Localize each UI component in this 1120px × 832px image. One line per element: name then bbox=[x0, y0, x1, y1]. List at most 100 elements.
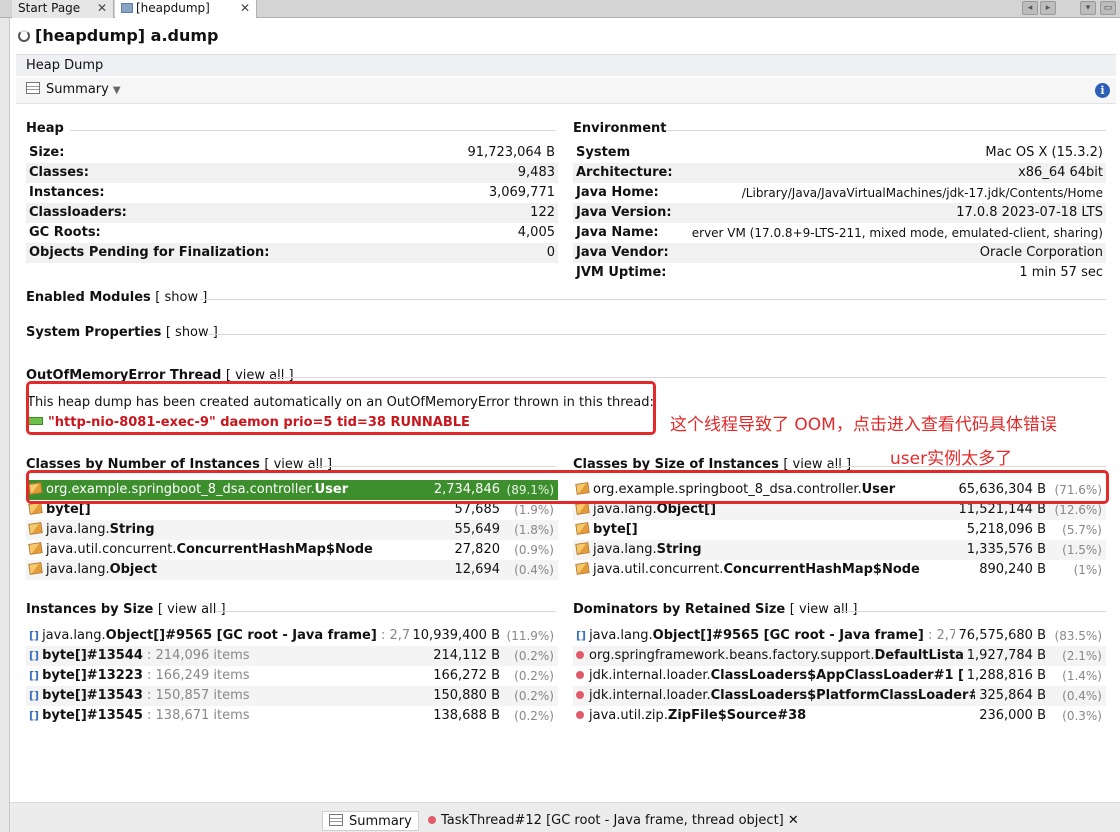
view-selector[interactable]: Summary ▼ bbox=[26, 81, 121, 100]
maximize-icon[interactable]: ▭ bbox=[1100, 1, 1116, 15]
show-properties-link[interactable]: [ show ] bbox=[166, 325, 218, 340]
instance-size: 150,880 B bbox=[433, 688, 500, 703]
close-icon[interactable]: ✕ bbox=[240, 0, 250, 17]
scroll-left-icon[interactable]: ◂ bbox=[1022, 1, 1038, 15]
system-properties-title: System Properties [ show ] bbox=[26, 325, 218, 340]
env-key: Java Version: bbox=[576, 205, 672, 220]
table-row[interactable]: [] byte[]#13544 : 214,096 items 214,112 B (… bbox=[26, 646, 558, 666]
thread-breadcrumb[interactable]: TaskThread#12 [GC root - Java frame, thr… bbox=[422, 811, 805, 831]
object-icon bbox=[428, 816, 436, 824]
package-name: jdk.internal.loader. bbox=[589, 688, 711, 703]
table-row[interactable]: java.lang.Object 12,694 (0.4%) bbox=[26, 560, 558, 580]
object-icon bbox=[576, 671, 584, 679]
show-modules-link[interactable]: [ show ] bbox=[155, 290, 207, 305]
table-row[interactable]: java.util.concurrent.ConcurrentHashMap$N… bbox=[26, 540, 558, 560]
class-icon bbox=[575, 502, 590, 515]
section-label: Enabled Modules bbox=[26, 290, 151, 305]
percentage: (0.2%) bbox=[514, 689, 554, 703]
retained-size: 236,000 B bbox=[979, 708, 1046, 723]
object-icon bbox=[576, 711, 584, 719]
table-row[interactable]: [] java.lang.Object[]#9565 [GC root - Jav… bbox=[573, 626, 1106, 646]
table-row[interactable]: [] byte[]#13543 : 150,857 items 150,880 B (… bbox=[26, 686, 558, 706]
view-all-link[interactable]: [ view all ] bbox=[158, 602, 226, 617]
tab-heapdump[interactable]: [heapdump] a.dump ✕ bbox=[115, 0, 257, 32]
table-row[interactable]: java.lang.String 55,649 (1.8%) bbox=[26, 520, 558, 540]
class-icon bbox=[28, 562, 43, 575]
package-name: java.lang. bbox=[46, 522, 110, 537]
dropdown-icon[interactable]: ▾ bbox=[1080, 1, 1096, 15]
package-name: java.util.concurrent. bbox=[593, 562, 724, 577]
view-toolbar: Summary ▼ i bbox=[16, 78, 1116, 104]
class-name: ConcurrentHashMap$Node bbox=[723, 562, 920, 577]
table-row[interactable]: java.util.zip.ZipFile$Source#38 236,000 B… bbox=[573, 706, 1106, 726]
class-icon bbox=[28, 522, 43, 535]
environment-section-title: Environment bbox=[573, 121, 667, 136]
class-icon bbox=[28, 502, 43, 515]
percentage: (83.5%) bbox=[1054, 629, 1102, 643]
summary-icon bbox=[329, 814, 343, 826]
enabled-modules-title: Enabled Modules [ show ] bbox=[26, 290, 207, 305]
object-icon bbox=[576, 691, 584, 699]
table-row[interactable]: [] java.lang.Object[]#9565 [GC root - Jav… bbox=[26, 626, 558, 646]
env-row: JVM Uptime: 1 min 57 sec bbox=[573, 263, 1106, 283]
view-label: Summary bbox=[46, 82, 109, 97]
heapdump-icon bbox=[121, 3, 133, 13]
env-value: erver VM (17.0.8+9-LTS-211, mixed mode, … bbox=[691, 226, 1103, 240]
instance-name: DefaultListal bbox=[874, 648, 969, 663]
table-row[interactable]: byte[] 5,218,096 B (5.7%) bbox=[573, 520, 1106, 540]
table-row[interactable]: org.springframework.beans.factory.suppor… bbox=[573, 646, 1106, 666]
class-name: Object bbox=[109, 562, 158, 577]
loading-icon bbox=[18, 30, 30, 42]
percentage: (0.4%) bbox=[514, 563, 554, 577]
env-row: Java Vendor: Oracle Corporation bbox=[573, 243, 1106, 263]
heap-key: GC Roots: bbox=[29, 225, 101, 240]
heap-row: Instances: 3,069,771 bbox=[26, 183, 558, 203]
heap-key: Size: bbox=[29, 145, 65, 160]
package-name: java.lang. bbox=[593, 502, 657, 517]
tab-start-page[interactable]: Start Page ✕ bbox=[12, 0, 114, 18]
instance-name: ZipFile$Source#38 bbox=[667, 708, 807, 723]
info-icon[interactable]: i bbox=[1095, 83, 1110, 98]
env-row: System Mac OS X (15.3.2) bbox=[573, 143, 1106, 163]
main-panel: [heapdump] a.dump Heap Dump Summary ▼ i H… bbox=[10, 18, 1120, 832]
class-icon bbox=[575, 562, 590, 575]
heap-value: 9,483 bbox=[517, 165, 555, 180]
view-all-link[interactable]: [ view all ] bbox=[790, 602, 858, 617]
divider bbox=[70, 130, 556, 131]
item-count: : 138,671 items bbox=[142, 708, 250, 723]
close-icon[interactable]: ✕ bbox=[97, 0, 107, 17]
package-name: java.lang. bbox=[593, 542, 657, 557]
table-row[interactable]: jdk.internal.loader.ClassLoaders$AppClas… bbox=[573, 666, 1106, 686]
class-icon bbox=[575, 542, 590, 555]
instance-size: 10,939,400 B bbox=[408, 626, 500, 646]
summary-button[interactable]: Summary bbox=[322, 811, 419, 831]
chevron-down-icon: ▼ bbox=[112, 85, 121, 96]
percentage: (0.3%) bbox=[1062, 709, 1102, 723]
class-name: Object[] bbox=[656, 502, 717, 517]
divider bbox=[830, 466, 1106, 467]
table-row[interactable]: [] byte[]#13545 : 138,671 items 138,688 B (… bbox=[26, 706, 558, 726]
heap-value: 91,723,064 B bbox=[467, 145, 555, 160]
scroll-right-icon[interactable]: ▸ bbox=[1040, 1, 1056, 15]
instance-icon: [] bbox=[29, 629, 40, 642]
package-name: java.lang. bbox=[42, 628, 106, 643]
instance-icon: [] bbox=[29, 669, 40, 682]
instance-size: 214,112 B bbox=[433, 648, 500, 663]
close-icon[interactable]: ✕ bbox=[788, 813, 799, 828]
table-row[interactable]: jdk.internal.loader.ClassLoaders$Platfor… bbox=[573, 686, 1106, 706]
tab-bar: Start Page ✕ [heapdump] a.dump ✕ ◂ ▸ ▾ ▭ bbox=[0, 0, 1120, 32]
table-row[interactable]: java.util.concurrent.ConcurrentHashMap$N… bbox=[573, 560, 1106, 580]
instance-count: 12,694 bbox=[454, 562, 501, 577]
table-row[interactable]: java.lang.String 1,335,576 B (1.5%) bbox=[573, 540, 1106, 560]
instances-by-size-title: Instances by Size [ view all ] bbox=[26, 602, 226, 617]
class-icon bbox=[575, 522, 590, 535]
percentage: (0.2%) bbox=[514, 709, 554, 723]
env-key: JVM Uptime: bbox=[576, 265, 667, 280]
annotation-text: 这个线程导致了 OOM，点击进入查看代码具体错误 bbox=[670, 415, 1057, 435]
class-name: byte[] bbox=[46, 502, 91, 517]
instance-size: 138,688 B bbox=[433, 708, 500, 723]
table-row[interactable]: [] byte[]#13223 : 166,249 items 166,272 B (… bbox=[26, 666, 558, 686]
package-name: jdk.internal.loader. bbox=[589, 668, 711, 683]
heap-dump-header: Heap Dump bbox=[16, 54, 1116, 76]
item-count: : 166,249 items bbox=[142, 668, 250, 683]
